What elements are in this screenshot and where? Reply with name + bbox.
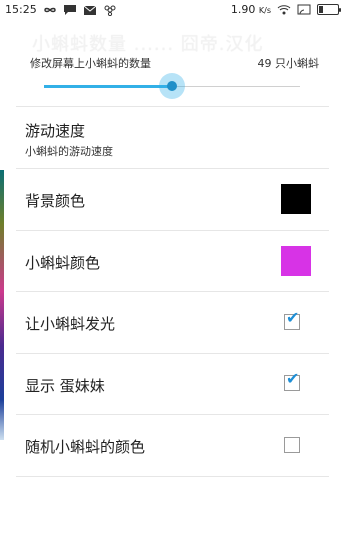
setting-random-title[interactable]: 随机小蝌蚪的颜色 — [25, 436, 145, 457]
setting-glow-title[interactable]: 让小蝌蚪发光 — [25, 313, 115, 334]
divider — [16, 414, 329, 415]
slider-fill — [44, 85, 172, 88]
chat-icon — [63, 4, 77, 16]
speed-value: 1.90 — [230, 3, 256, 16]
divider — [16, 291, 329, 292]
status-left: 15:25 — [5, 3, 117, 16]
divider — [16, 106, 329, 107]
setting-bgcolor-title[interactable]: 背景颜色 — [25, 190, 85, 211]
sister-checkbox[interactable]: ✔ — [284, 371, 300, 391]
setting-tadpolecolor-title[interactable]: 小蝌蚪颜色 — [25, 252, 100, 273]
status-right: 1.90 K/s — [231, 3, 341, 16]
setting-speed-title[interactable]: 游动速度 — [25, 120, 85, 141]
status-bar: 15:25 1.90 K/s — [0, 0, 345, 22]
random-checkbox[interactable] — [284, 437, 300, 453]
battery-icon — [317, 4, 341, 15]
check-icon: ✔ — [286, 308, 300, 327]
network-speed: 1.90 K/s — [231, 3, 271, 16]
divider — [16, 353, 329, 354]
slider-thumb[interactable] — [159, 73, 185, 99]
slider-value: 49 只小蝌蚪 — [257, 57, 320, 70]
divider — [16, 476, 329, 477]
page-title: 小蝌蚪数量 ...... 囧帝.汉化 — [32, 34, 264, 55]
slider-label: 修改屏幕上小蝌蚪的数量 — [30, 57, 151, 70]
clock: 15:25 — [5, 3, 37, 16]
cast-icon — [297, 4, 311, 16]
infinity-icon — [43, 4, 57, 16]
setting-speed-subtitle: 小蝌蚪的游动速度 — [25, 145, 113, 158]
bgcolor-swatch[interactable] — [281, 184, 311, 214]
glow-checkbox[interactable]: ✔ — [284, 310, 300, 330]
divider — [16, 168, 329, 169]
setting-sister-title[interactable]: 显示 蛋妹妹 — [25, 375, 105, 396]
speed-unit: K/s — [258, 6, 271, 15]
divider — [16, 230, 329, 231]
fan-icon — [103, 4, 117, 16]
check-icon: ✔ — [286, 369, 300, 388]
wifi-icon — [277, 4, 291, 16]
mail-icon — [83, 4, 97, 16]
tadpolecolor-swatch[interactable] — [281, 246, 311, 276]
